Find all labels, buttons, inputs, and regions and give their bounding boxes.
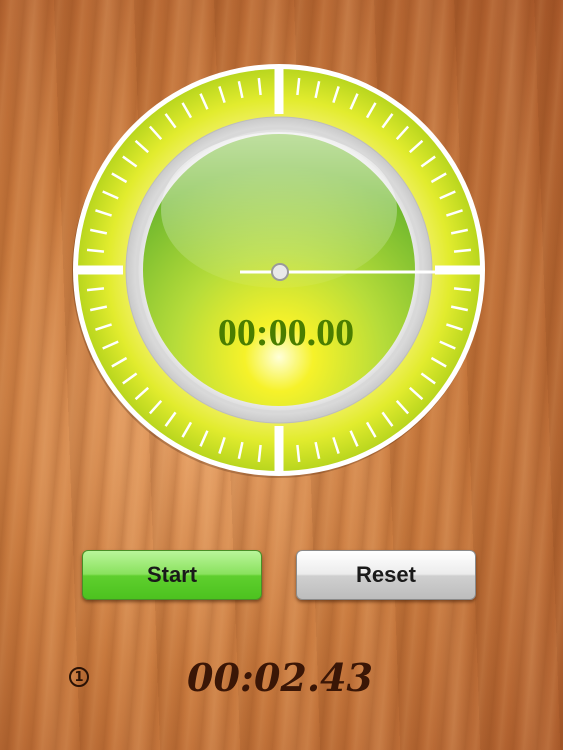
minor-tick: [86, 287, 105, 292]
main-time-display: 00:00.00: [218, 312, 354, 354]
minor-tick: [296, 77, 301, 96]
minor-tick: [257, 77, 262, 96]
lap-number-icon: 1: [69, 667, 89, 687]
lap-time: 00:02.43: [187, 655, 373, 700]
start-button[interactable]: Start: [82, 550, 262, 600]
stopwatch-dial: 00:00.00: [72, 64, 485, 478]
minor-tick: [86, 248, 105, 253]
hand-pivot: [271, 263, 289, 281]
reset-button[interactable]: Reset: [296, 550, 476, 600]
minor-tick: [453, 287, 472, 292]
minor-tick: [296, 444, 301, 463]
minor-tick: [257, 444, 262, 463]
minor-tick: [453, 248, 472, 253]
